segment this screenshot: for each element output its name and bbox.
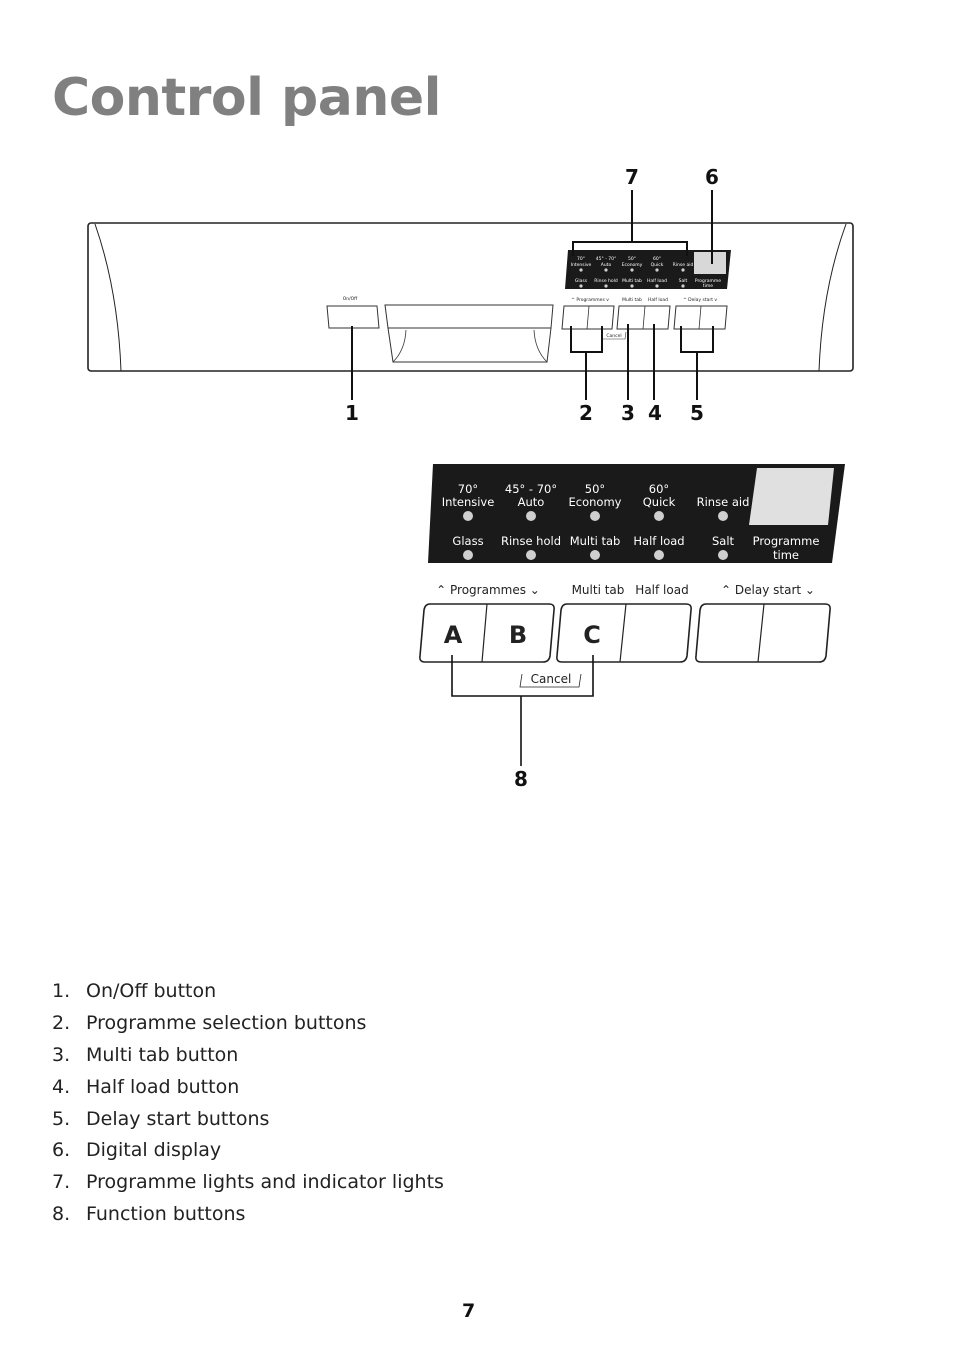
display-label-line1: Programme: [753, 534, 820, 548]
indicator-light: [463, 511, 473, 521]
indicator-light: [590, 550, 600, 560]
legend-item: 5. Delay start buttons: [52, 1107, 270, 1130]
light-label-temp: 50°: [585, 482, 605, 496]
display-label-line2: time: [773, 548, 799, 562]
delay-start-label: ⌃ Delay start ⌄: [721, 583, 815, 597]
page-number: 7: [462, 1300, 476, 1322]
light-label-temp: 60°: [649, 482, 669, 496]
light-label: Quick: [643, 495, 676, 509]
half-load-button[interactable]: [624, 606, 688, 660]
indicator-light: [718, 550, 728, 560]
indicator-light: [654, 550, 664, 560]
cancel-label: Cancel: [531, 672, 572, 686]
indicator-light: [590, 511, 600, 521]
half-load-label: Half load: [635, 583, 688, 597]
light-label: Salt: [712, 534, 735, 548]
delay-start-buttons: [695, 603, 831, 663]
multi-tab-label: Multi tab: [572, 583, 625, 597]
legend-item: 1. On/Off button: [52, 980, 217, 1002]
indicator-light: [526, 511, 536, 521]
light-label: Glass: [452, 534, 483, 548]
callout-8: 8: [514, 767, 528, 791]
legend-item: 3. Multi tab button: [52, 1043, 239, 1066]
light-label-temp: 45° - 70°: [505, 482, 557, 496]
programmes-label: ⌃ Programmes ⌄: [436, 583, 540, 597]
light-label: Economy: [569, 495, 622, 509]
indicator-light: [526, 550, 536, 560]
legend-item: 2. Programme selection buttons: [52, 1011, 367, 1034]
legend-list: 1. On/Off button 2. Programme selection bu…: [52, 976, 444, 1231]
light-label: Rinse hold: [501, 534, 561, 548]
light-label: Auto: [518, 495, 545, 509]
button-a-letter: A: [444, 621, 463, 649]
light-label: Intensive: [442, 495, 495, 509]
legend-item: 6. Digital display: [52, 1139, 222, 1162]
digital-display: [749, 468, 834, 525]
delay-start-up-button[interactable]: [698, 606, 760, 660]
indicator-light: [654, 511, 664, 521]
indicator-light: [463, 550, 473, 560]
light-label-temp: 70°: [458, 482, 478, 496]
indicator-light: [718, 511, 728, 521]
light-label: Multi tab: [570, 534, 621, 548]
control-panel-detail-diagram: 70°Intensive 45° - 70°Auto 50°Economy 60°Qu…: [419, 464, 845, 791]
programme-buttons: A B: [419, 603, 555, 663]
button-c-letter: C: [583, 621, 601, 649]
button-b-letter: B: [509, 621, 527, 649]
multitab-halfload-buttons: C: [556, 603, 692, 663]
legend-item: 4. Half load button: [52, 1075, 240, 1098]
legend-item: 8. Function buttons: [52, 1203, 246, 1226]
callout-8-line: [451, 655, 594, 766]
light-label: Half load: [633, 534, 684, 548]
legend-item: 7. Programme lights and indicator lights: [52, 1171, 444, 1194]
delay-start-down-button[interactable]: [762, 606, 826, 660]
light-label: Rinse aid: [697, 495, 750, 509]
